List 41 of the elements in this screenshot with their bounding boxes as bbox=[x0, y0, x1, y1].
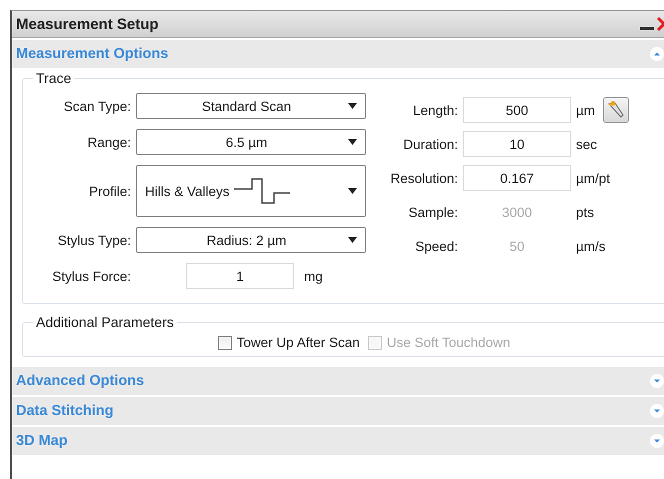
field-label: Length: bbox=[412, 102, 458, 118]
dropdown[interactable]: Hills & Valleys bbox=[136, 165, 366, 217]
field-label: Scan Type: bbox=[62, 98, 131, 114]
input-field[interactable]: 1 bbox=[186, 263, 294, 289]
field-label: Speed: bbox=[414, 238, 458, 254]
section-title: 3D Map bbox=[16, 433, 69, 449]
dropdown[interactable]: Radius: 2 µm bbox=[136, 227, 366, 253]
checkbox[interactable] bbox=[218, 336, 232, 350]
unit-label: sec bbox=[576, 136, 598, 152]
dropdown-caret-icon bbox=[348, 139, 357, 145]
checkbox-option[interactable]: Tower Up After Scan bbox=[218, 335, 360, 350]
dropdown-caret-icon bbox=[348, 103, 357, 109]
unit-label: pts bbox=[576, 204, 594, 220]
unit-label: µm/s bbox=[576, 238, 606, 254]
input-field[interactable]: 500 bbox=[463, 97, 571, 123]
dropdown-caret-icon bbox=[348, 237, 357, 243]
window-title: Measurement Setup bbox=[16, 16, 160, 32]
input-field[interactable]: 10 bbox=[463, 131, 571, 157]
section-title: Measurement Options bbox=[16, 46, 170, 62]
stylus-icon bbox=[606, 100, 626, 120]
field-label: Resolution: bbox=[389, 170, 458, 186]
unit-label: mg bbox=[304, 268, 323, 284]
dropdown[interactable]: 6.5 µm bbox=[136, 129, 366, 155]
readout-value: 50 bbox=[508, 238, 526, 254]
field-label: Duration: bbox=[402, 136, 458, 152]
unit-label: µm bbox=[576, 102, 596, 118]
field-label: Profile: bbox=[88, 184, 131, 198]
field-label: Sample: bbox=[407, 204, 458, 220]
group-title: Trace bbox=[33, 70, 74, 86]
dropdown[interactable]: Standard Scan bbox=[136, 93, 366, 119]
field-label: Range: bbox=[86, 134, 131, 150]
stylus-tool-button[interactable] bbox=[603, 97, 630, 123]
unit-label: µm/pt bbox=[576, 170, 610, 186]
section-title: Advanced Options bbox=[16, 373, 146, 389]
dropdown-caret-icon bbox=[348, 188, 357, 194]
field-label: Stylus Force: bbox=[51, 268, 131, 284]
group-title: Additional Parameters bbox=[33, 314, 177, 330]
readout-value: 3000 bbox=[500, 204, 534, 220]
field-label: Stylus Type: bbox=[56, 232, 131, 248]
section-title: Data Stitching bbox=[16, 403, 114, 419]
input-field[interactable]: 0.167 bbox=[463, 165, 571, 191]
